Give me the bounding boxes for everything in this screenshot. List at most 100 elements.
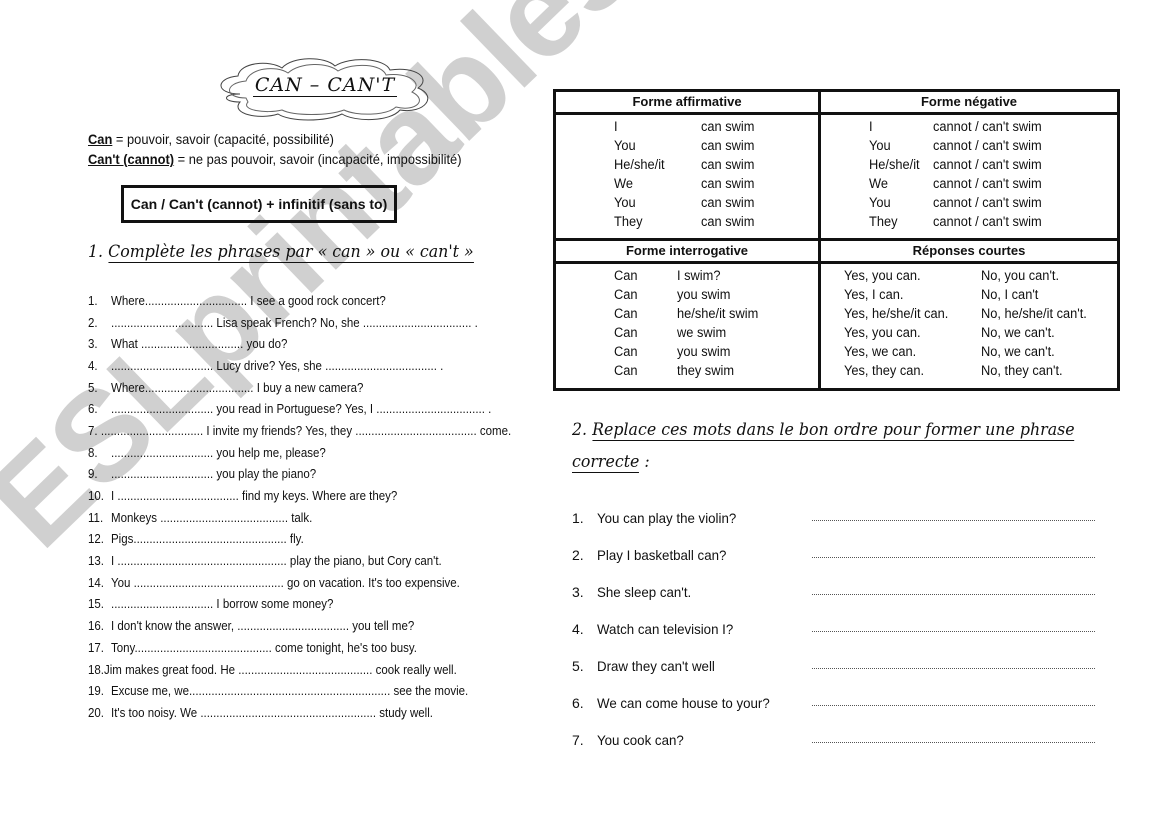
- short_answers-cell-yes: Yes, you can.: [844, 325, 921, 340]
- item-number: 2.: [572, 546, 584, 563]
- exercise2-heading-line2: correcte: [572, 452, 640, 473]
- affirmative-cell-verb: can swim: [701, 195, 755, 210]
- item-number: 14.: [88, 575, 104, 590]
- exercise1-item: 12. Pigs.................................…: [88, 529, 511, 551]
- short_answers-cell-yes: Yes, they can.: [844, 363, 925, 378]
- exercise1-heading-text: Complète les phrases par « can » ou « ca…: [108, 242, 474, 263]
- item-number: 9.: [88, 467, 98, 482]
- interrogative-cell-rest: you swim: [677, 287, 731, 302]
- item-number: 4.: [88, 358, 98, 373]
- item-number: 12.: [88, 532, 104, 547]
- exercise2-item: 6. We can come house to your?: [572, 684, 1102, 721]
- title-text: CAN – CAN'T: [252, 74, 398, 97]
- item-number: 1.: [88, 293, 98, 308]
- negative-cell-verb: cannot / can't swim: [933, 119, 1042, 134]
- affirmative-cell-verb: can swim: [701, 119, 755, 134]
- item-number: 15.: [88, 597, 104, 612]
- item-number: 3.: [88, 337, 98, 352]
- short_answers-cell-no: No, you can't.: [981, 268, 1060, 283]
- short_answers-cell-no: No, they can't.: [981, 363, 1063, 378]
- item-number: 16.: [88, 619, 104, 634]
- item-text: ................................ you pla…: [111, 467, 317, 482]
- exercise1-item: 5. Where.................................…: [88, 377, 511, 399]
- affirmative-cell-subject: I: [614, 119, 618, 134]
- short_answers-cell-yes: Yes, we can.: [844, 344, 917, 359]
- item-text: You can play the violin?: [597, 509, 737, 526]
- short_answers-cell-no: No, I can't: [981, 287, 1039, 302]
- exercise1-item: 13. I ...................................…: [88, 550, 511, 572]
- interrogative-cell-modal: Can: [614, 268, 638, 283]
- definition-can: Can = pouvoir, savoir (capacité, possibi…: [88, 131, 334, 147]
- answer-line[interactable]: [812, 593, 1095, 595]
- exercise1-item: 1. Where................................ …: [88, 290, 511, 312]
- item-text: Watch can television I?: [597, 620, 734, 637]
- interrogative-cell-modal: Can: [614, 325, 638, 340]
- affirmative-cell-subject: He/she/it: [614, 157, 665, 172]
- answer-line[interactable]: [812, 556, 1095, 558]
- exercise2-number: 2.: [572, 420, 593, 440]
- item-number: 13.: [88, 554, 104, 569]
- interrogative-cell-modal: Can: [614, 363, 638, 378]
- item-number: 7.: [88, 423, 98, 438]
- answer-line[interactable]: [812, 630, 1095, 632]
- answer-line[interactable]: [812, 667, 1095, 669]
- exercise1-item: 15. ................................ I bo…: [88, 594, 511, 616]
- negative-cell-verb: cannot / can't swim: [933, 195, 1042, 210]
- item-text: It's too noisy. We .....................…: [111, 705, 433, 720]
- item-text: ................................ Lisa sp…: [111, 315, 478, 330]
- item-text: You ....................................…: [111, 575, 460, 590]
- negative-cell-verb: cannot / can't swim: [933, 157, 1042, 172]
- negative-cell-subject: We: [869, 176, 889, 191]
- negative-cell-subject: They: [869, 214, 898, 229]
- item-text: What ................................ yo…: [111, 337, 288, 352]
- definition-meaning: = pouvoir, savoir (capacité, possibilité…: [112, 131, 334, 147]
- affirmative-cell-subject: You: [614, 138, 636, 153]
- exercise1-item: 2. ................................ Lisa …: [88, 312, 511, 334]
- item-text: ................................ you rea…: [111, 402, 492, 417]
- item-number: 18.: [88, 662, 104, 677]
- exercise2-list: 1. You can play the violin? 2. Play I baske…: [572, 499, 1102, 758]
- short_answers-cell-yes: Yes, you can.: [844, 268, 921, 283]
- answer-line[interactable]: [812, 741, 1095, 743]
- affirmative-cell-verb: can swim: [701, 214, 755, 229]
- negative-cell-subject: I: [869, 119, 873, 134]
- answer-line[interactable]: [812, 704, 1095, 706]
- exercise1-number: 1.: [88, 242, 109, 262]
- affirmative-cell-subject: You: [614, 195, 636, 210]
- item-number: 20.: [88, 705, 104, 720]
- exercise1-item: 10. I ...................................…: [88, 485, 511, 507]
- interrogative-cell-modal: Can: [614, 344, 638, 359]
- item-number: 2.: [88, 315, 98, 330]
- exercise1-item: 18. Jim makes great food. He ............…: [88, 659, 511, 681]
- exercise1-item: 7................................. I inv…: [88, 420, 511, 442]
- item-number: 10.: [88, 489, 104, 504]
- header-short-answers: Réponses courtes: [821, 241, 1117, 264]
- definition-meaning: = ne pas pouvoir, savoir (incapacité, im…: [174, 151, 462, 167]
- definition-term: Can't (cannot): [88, 151, 175, 167]
- item-text: ................................ I borro…: [111, 597, 334, 612]
- grammar-rule-text: Can / Can't (cannot) + infinitif (sans t…: [130, 196, 388, 212]
- interrogative-cell-rest: we swim: [677, 325, 727, 340]
- item-text: She sleep can't.: [597, 583, 692, 600]
- affirmative-cell-verb: can swim: [701, 138, 755, 153]
- item-text: ................................ I invit…: [100, 423, 512, 438]
- negative-cell-verb: cannot / can't swim: [933, 214, 1042, 229]
- exercise1-item: 9. ................................ you p…: [88, 464, 511, 486]
- exercise2-heading: 2. Replace ces mots dans le bon ordre po…: [572, 420, 1075, 441]
- exercise2-item: 5. Draw they can't well: [572, 647, 1102, 684]
- short_answers-cell-yes: Yes, he/she/it can.: [844, 306, 949, 321]
- short_answers-cell-no: No, we can't.: [981, 344, 1055, 359]
- short_answers-cell-no: No, we can't.: [981, 325, 1055, 340]
- item-text: Where................................ I …: [111, 293, 386, 308]
- grammar-rule-box: Can / Can't (cannot) + infinitif (sans t…: [121, 185, 397, 223]
- item-text: Excuse me, we...........................…: [111, 684, 469, 699]
- exercise1-list: 1. Where................................ …: [88, 290, 548, 724]
- exercise1-item: 11. Monkeys .............................…: [88, 507, 511, 529]
- interrogative-cell-modal: Can: [614, 306, 638, 321]
- item-number: 7.: [572, 731, 584, 748]
- affirmative-cell-subject: They: [614, 214, 643, 229]
- affirmative-cell-verb: can swim: [701, 157, 755, 172]
- exercise1-item: 8. ................................ you h…: [88, 442, 511, 464]
- item-number: 11.: [88, 510, 104, 525]
- answer-line[interactable]: [812, 519, 1095, 521]
